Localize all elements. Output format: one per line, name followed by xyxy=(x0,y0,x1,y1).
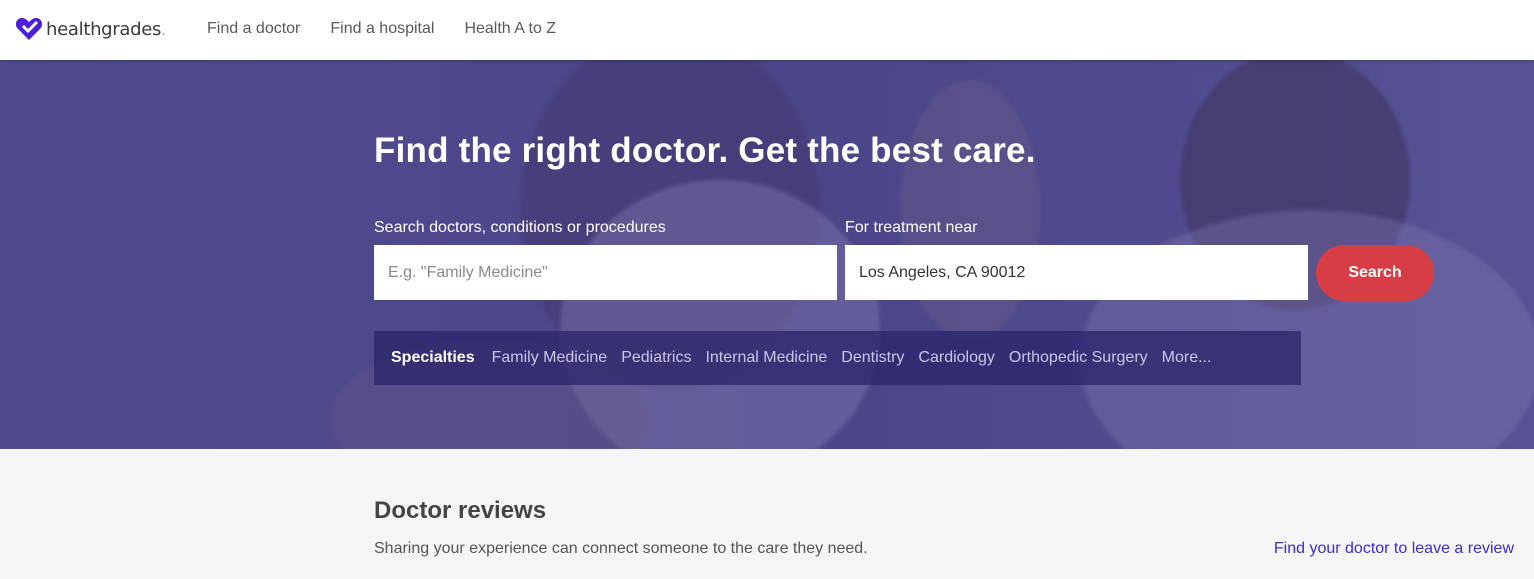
nav-find-a-doctor[interactable]: Find a doctor xyxy=(207,20,300,38)
specialty-family-medicine[interactable]: Family Medicine xyxy=(492,349,608,367)
specialty-dentistry[interactable]: Dentistry xyxy=(841,349,904,367)
leave-review-link[interactable]: Find your doctor to leave a review xyxy=(1274,540,1514,558)
healthgrades-logo[interactable]: healthgrades. xyxy=(15,17,166,41)
hero-banner: Find the right doctor. Get the best care… xyxy=(0,60,1534,449)
hero-title: Find the right doctor. Get the best care… xyxy=(374,131,1036,170)
specialty-pediatrics[interactable]: Pediatrics xyxy=(621,349,691,367)
specialty-internal-medicine[interactable]: Internal Medicine xyxy=(705,349,827,367)
specialties-bar: Specialties Family Medicine Pediatrics I… xyxy=(374,331,1301,385)
location-input[interactable] xyxy=(845,245,1308,300)
reviews-subtitle: Sharing your experience can connect some… xyxy=(374,540,868,557)
search-input[interactable] xyxy=(374,245,837,300)
heart-check-icon xyxy=(15,18,43,40)
logo-text: healthgrades xyxy=(46,18,162,40)
logo-dot: . xyxy=(161,18,167,39)
main-nav: Find a doctor Find a hospital Health A t… xyxy=(207,20,586,38)
nav-find-a-hospital[interactable]: Find a hospital xyxy=(330,20,434,38)
specialty-cardiology[interactable]: Cardiology xyxy=(918,349,994,367)
search-button[interactable]: Search xyxy=(1316,245,1434,301)
top-header: healthgrades. Find a doctor Find a hospi… xyxy=(0,0,1534,60)
specialty-more-link[interactable]: More... xyxy=(1162,349,1212,367)
nav-health-a-to-z[interactable]: Health A to Z xyxy=(464,20,556,38)
search-label: Search doctors, conditions or procedures xyxy=(374,219,666,236)
reviews-title: Doctor reviews xyxy=(374,497,547,524)
location-label: For treatment near xyxy=(845,219,978,236)
specialties-heading: Specialties xyxy=(391,349,475,366)
specialty-orthopedic-surgery[interactable]: Orthopedic Surgery xyxy=(1009,349,1148,367)
